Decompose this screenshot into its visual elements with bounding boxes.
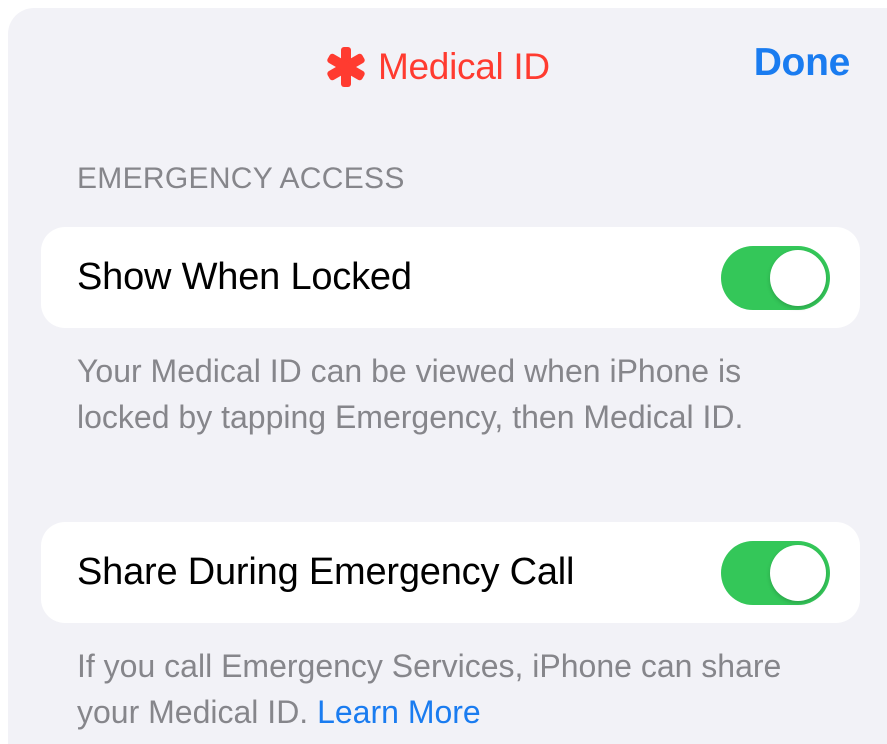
- show-when-locked-toggle[interactable]: [721, 246, 830, 310]
- share-during-call-label: Share During Emergency Call: [77, 551, 575, 593]
- learn-more-link[interactable]: Learn More: [317, 694, 481, 730]
- nav-title: Medical ID: [326, 42, 550, 92]
- done-button[interactable]: Done: [754, 41, 851, 85]
- toggle-knob: [770, 250, 826, 306]
- toggle-knob: [770, 545, 826, 601]
- section-header-emergency-access: EMERGENCY ACCESS: [77, 162, 405, 195]
- page-title: Medical ID: [378, 46, 550, 87]
- show-when-locked-label: Show When Locked: [77, 256, 412, 298]
- asterisk-icon: [326, 46, 366, 88]
- show-when-locked-footer: Your Medical ID can be viewed when iPhon…: [77, 353, 744, 435]
- medical-id-sheet: Medical ID Done EMERGENCY ACCESS Show Wh…: [8, 8, 887, 744]
- show-when-locked-row[interactable]: Show When Locked: [41, 227, 860, 328]
- share-during-call-row[interactable]: Share During Emergency Call: [41, 522, 860, 623]
- share-during-call-toggle[interactable]: [721, 541, 830, 605]
- share-during-call-footer: If you call Emergency Services, iPhone c…: [77, 643, 837, 735]
